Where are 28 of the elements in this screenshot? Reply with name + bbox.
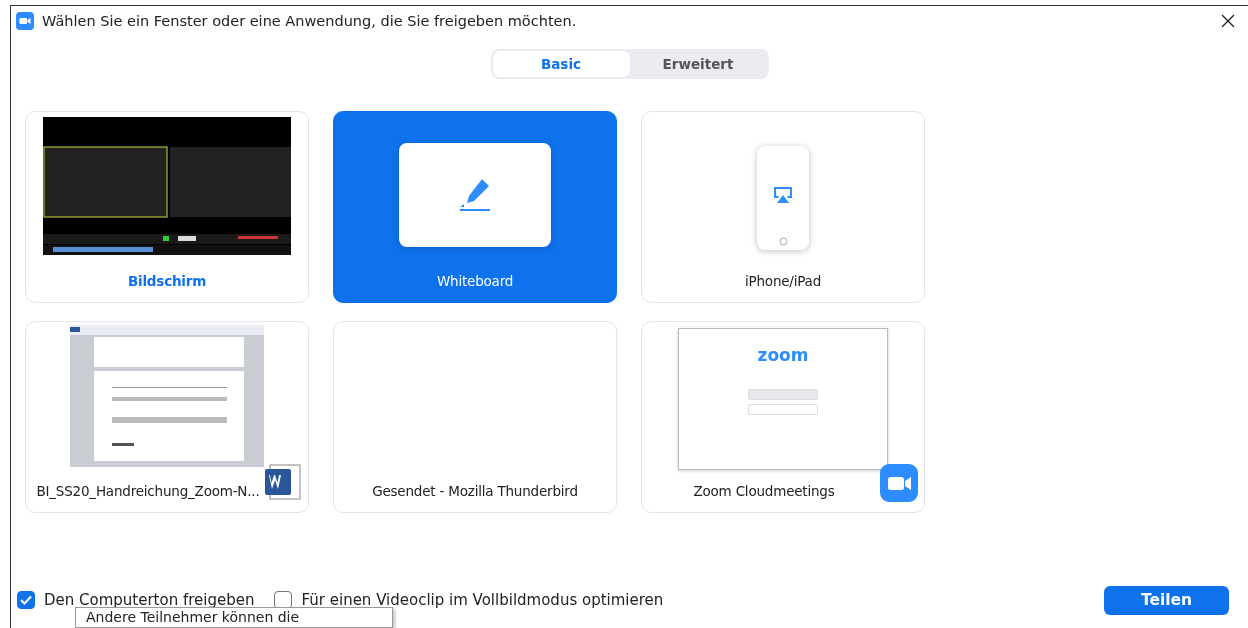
- share-source-card[interactable]: Whiteboard: [333, 111, 617, 303]
- checkbox[interactable]: [17, 591, 35, 609]
- tab[interactable]: Basic: [492, 51, 630, 77]
- source-label: BI_SS20_Handreichung_Zoom-N...: [36, 483, 260, 499]
- source-label: Bildschirm: [127, 273, 207, 289]
- option-checkbox[interactable]: Den Computerton freigeben: [17, 591, 255, 609]
- share-source-card[interactable]: iPhone/iPad: [641, 111, 925, 303]
- source-label: Whiteboard: [436, 273, 514, 289]
- video-camera-app-icon: [16, 12, 34, 30]
- share-source-card[interactable]: Bildschirm: [25, 111, 309, 303]
- home-button-icon: [778, 237, 788, 246]
- airplay-icon: [772, 184, 794, 205]
- sign-in-button-drawing: [748, 404, 818, 415]
- tooltip: Andere Teilnehmer können die: [75, 607, 393, 628]
- document-app-icon: [264, 464, 302, 502]
- share-source-card[interactable]: Gesendet - Mozilla Thunderbird: [333, 321, 617, 513]
- source-label: iPhone/iPad: [744, 273, 821, 289]
- window-title: Wählen Sie ein Fenster oder eine Anwendung, die Sie freigeben möchten.: [42, 13, 578, 29]
- share-source-card[interactable]: BI_SS20_Handreichung_Zoom-N...: [25, 321, 309, 513]
- tab[interactable]: Erweitert: [629, 51, 767, 77]
- share-source-card[interactable]: zoom Zoom Cloudmeetings: [641, 321, 925, 513]
- video-camera-app-icon: [880, 464, 918, 502]
- zoom-logo: zoom: [757, 345, 809, 365]
- share-button[interactable]: Teilen: [1104, 585, 1229, 615]
- pen-icon: [458, 177, 492, 213]
- source-label: Gesendet - Mozilla Thunderbird: [372, 483, 578, 499]
- source-label: Zoom Cloudmeetings: [693, 483, 835, 499]
- join-button-drawing: [748, 389, 818, 400]
